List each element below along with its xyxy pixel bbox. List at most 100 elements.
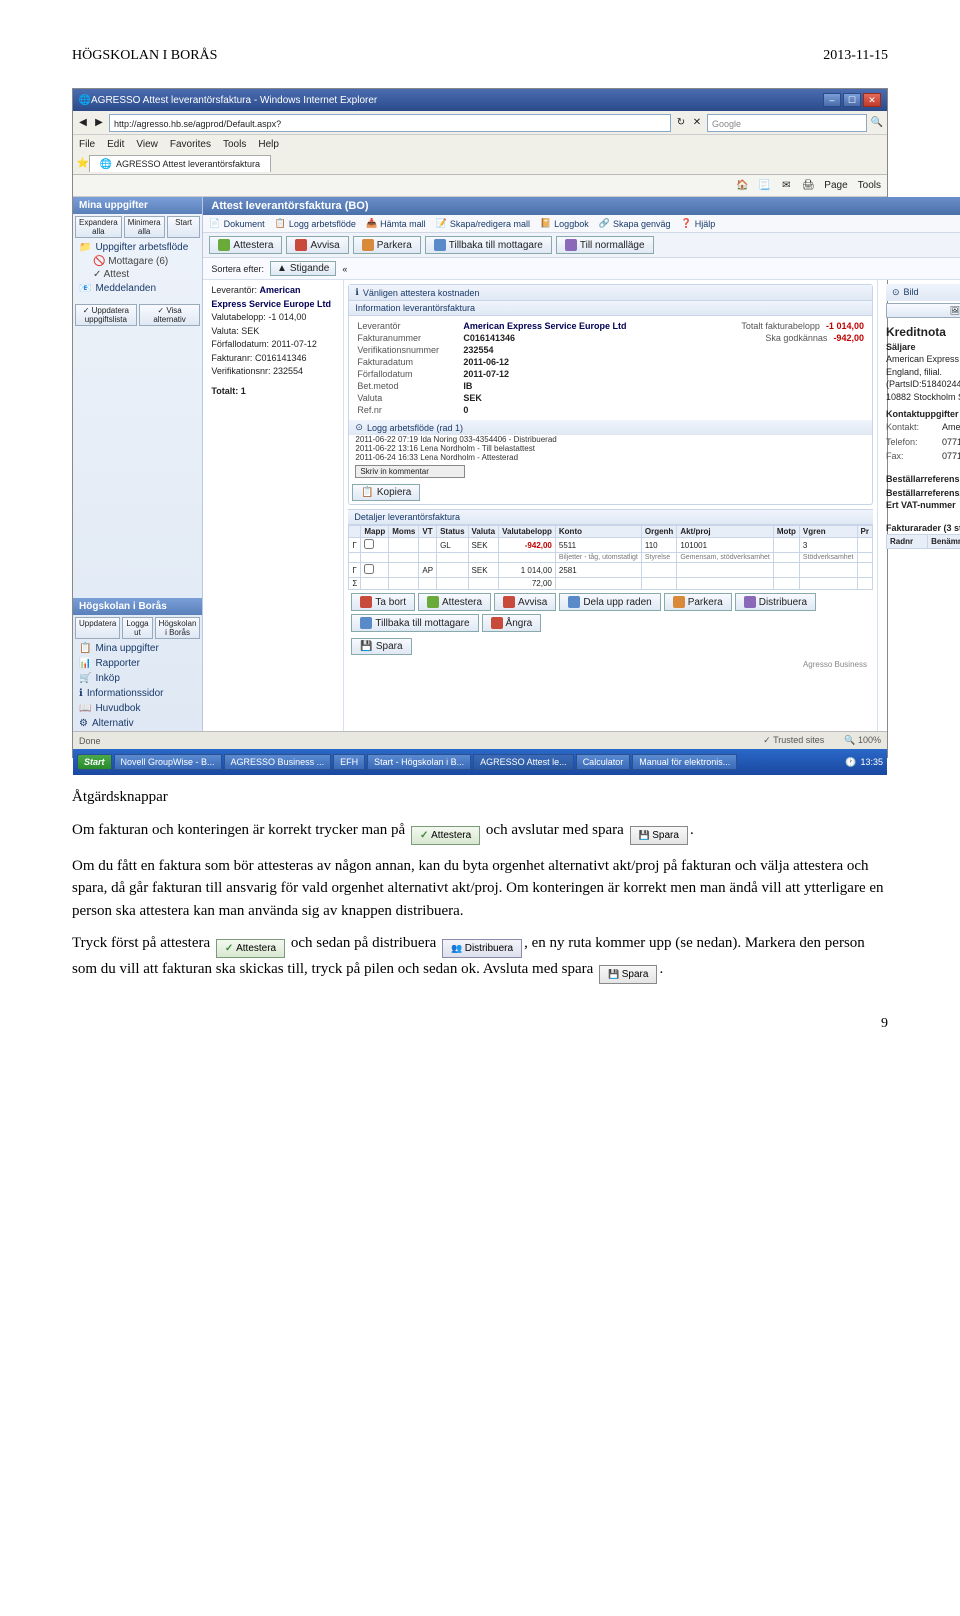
tool-dokument[interactable]: 📄 Dokument <box>209 218 264 229</box>
tool-hamta[interactable]: 📥 Hämta mall <box>366 218 426 229</box>
row-split[interactable]: Dela upp raden <box>559 593 660 611</box>
comment-input[interactable]: Skriv in kommentar <box>355 465 465 478</box>
row-distribuera[interactable]: Distribuera <box>735 593 816 611</box>
toolbar-tools[interactable]: Tools <box>858 180 881 191</box>
kreditnota-title: Kreditnota <box>886 324 960 341</box>
tool-genvag[interactable]: 🔗 Skapa genväg <box>599 218 671 229</box>
task-item[interactable]: Manual för elektronis... <box>632 754 737 770</box>
sidebar-head-mina: Mina uppgifter <box>73 197 202 214</box>
save-button[interactable]: 💾 Spara <box>351 638 411 655</box>
window-min-button[interactable]: – <box>823 93 841 107</box>
action-normallage[interactable]: Till normalläge <box>556 236 654 254</box>
bild-head[interactable]: ⊙ Bild <box>886 284 960 301</box>
tree-mottagare[interactable]: 🚫 Mottagare (6) <box>73 255 202 268</box>
task-item[interactable]: Novell GroupWise - B... <box>114 754 222 770</box>
sort-stigande[interactable]: ▲ Stigande <box>270 261 336 276</box>
row-undo[interactable]: Ångra <box>482 614 542 632</box>
paragraph: Tryck först på attestera Attestera och s… <box>72 932 888 984</box>
tool-loggbok[interactable]: 📔 Loggbok <box>540 218 589 229</box>
sidebar: Mina uppgifter Expandera alla Minimera a… <box>73 197 203 731</box>
search-icon[interactable]: 🔍 <box>871 117 883 129</box>
nav-mina[interactable]: 📋 Mina uppgifter <box>73 641 202 656</box>
feeds-icon[interactable]: 📃 <box>758 180 770 192</box>
nav-inkop[interactable]: 🛒 Inköp <box>73 671 202 686</box>
log-head[interactable]: ⊙ Logg arbetsflöde (rad 1) <box>349 420 872 435</box>
task-item[interactable]: Start - Högskolan i B... <box>367 754 471 770</box>
window-close-button[interactable]: ✕ <box>863 93 881 107</box>
page-number: 9 <box>72 1016 888 1032</box>
row-attestera[interactable]: Attestera <box>418 593 491 611</box>
menu-view[interactable]: View <box>136 139 158 150</box>
tree-meddelanden[interactable]: 📧 Meddelanden <box>73 281 202 296</box>
menu-favorites[interactable]: Favorites <box>170 139 211 150</box>
task-item[interactable]: Calculator <box>576 754 631 770</box>
row-avvisa[interactable]: Avvisa <box>494 593 556 611</box>
doc-header-right: 2013-11-15 <box>823 48 888 64</box>
tool-help[interactable]: ❓ Hjälp <box>680 218 715 229</box>
menu-help[interactable]: Help <box>258 139 279 150</box>
row-checkbox[interactable] <box>364 564 374 574</box>
menu-file[interactable]: File <box>79 139 95 150</box>
row-parkera[interactable]: Parkera <box>664 593 732 611</box>
sort-collapse-icon[interactable]: « <box>342 264 347 274</box>
open-image-button[interactable]: 🖼 Öppna <box>886 303 960 318</box>
mail-icon[interactable]: ✉ <box>780 180 792 192</box>
show-alt-button[interactable]: ✓ Visa alternativ <box>139 304 201 326</box>
start-menu-button[interactable]: Start <box>77 754 112 770</box>
bot-logout[interactable]: Logga ut <box>122 617 152 639</box>
action-parkera[interactable]: Parkera <box>353 236 421 254</box>
forward-icon[interactable]: ▶ <box>93 117 105 129</box>
row-checkbox[interactable] <box>364 539 374 549</box>
tool-logg[interactable]: 📋 Logg arbetsflöde <box>275 218 356 229</box>
nav-info[interactable]: ℹ Informationssidor <box>73 686 202 701</box>
task-item-active[interactable]: AGRESSO Attest le... <box>473 754 574 770</box>
bot-uppdatera[interactable]: Uppdatera <box>75 617 120 639</box>
favorites-star-icon[interactable]: ⭐ <box>77 158 89 170</box>
back-icon[interactable]: ◀ <box>77 117 89 129</box>
table-row[interactable]: ΓAPSEK1 014,002581 <box>349 563 873 578</box>
nav-huvudbok[interactable]: 📖 Huvudbok <box>73 701 202 716</box>
action-tillbaka[interactable]: Tillbaka till mottagare <box>425 236 552 254</box>
screenshot: 🌐 AGRESSO Attest leverantörsfaktura - Wi… <box>72 88 888 758</box>
tool-skapa-mall[interactable]: 📝 Skapa/redigera mall <box>436 218 530 229</box>
refresh-icon[interactable]: ↻ <box>675 117 687 129</box>
task-item[interactable]: AGRESSO Business ... <box>224 754 332 770</box>
expand-all-button[interactable]: Expandera alla <box>75 216 122 238</box>
search-box[interactable]: Google <box>707 114 867 132</box>
row-tillbaka[interactable]: Tillbaka till mottagare <box>351 614 478 632</box>
home-icon[interactable]: 🏠 <box>736 180 748 192</box>
print-icon[interactable]: 🖨 <box>802 180 814 192</box>
nav-alt[interactable]: ⚙ Alternativ <box>73 716 202 731</box>
start-button[interactable]: Start <box>167 216 201 238</box>
refresh-tasks-button[interactable]: ✓ Uppdatera uppgiftslista <box>75 304 137 326</box>
address-bar[interactable]: http://agresso.hb.se/agprod/Default.aspx… <box>109 114 671 132</box>
tree-attest[interactable]: ✓ Attest <box>73 268 202 281</box>
sidebar-head-hb: Högskolan i Borås <box>73 598 202 615</box>
details-head: Detaljer leverantörsfaktura <box>348 509 873 525</box>
browser-menu: File Edit View Favorites Tools Help <box>73 135 887 153</box>
window-max-button[interactable]: ☐ <box>843 93 861 107</box>
tree-root[interactable]: 📁 Uppgifter arbetsflöde <box>73 240 202 255</box>
ie-icon: 🌐 <box>79 94 91 106</box>
nav-rapporter[interactable]: 📊 Rapporter <box>73 656 202 671</box>
paragraph: Om du fått en faktura som bör attesteras… <box>72 855 888 923</box>
section-heading: Åtgärdsknappar <box>72 786 888 809</box>
invoice-summary: Leverantör: American Express Service Eur… <box>203 280 343 731</box>
menu-tools[interactable]: Tools <box>223 139 246 150</box>
bot-hb[interactable]: Högskolan i Borås <box>155 617 201 639</box>
page-icon: 🌐 <box>100 158 112 170</box>
row-delete[interactable]: Ta bort <box>351 593 415 611</box>
zoom-level[interactable]: 🔍 100% <box>844 735 881 746</box>
copy-button[interactable]: 📋 Kopiera <box>352 484 420 501</box>
doc-header-left: HÖGSKOLAN I BORÅS <box>72 48 217 64</box>
menu-edit[interactable]: Edit <box>107 139 124 150</box>
table-row[interactable]: ΓGLSEK-942,0055111101010013 <box>349 538 873 553</box>
inline-attestera-button: Attestera <box>216 939 285 958</box>
task-item[interactable]: EFH <box>333 754 365 770</box>
action-attestera[interactable]: Attestera <box>209 236 282 254</box>
stop-icon[interactable]: ✕ <box>691 117 703 129</box>
toolbar-page[interactable]: Page <box>824 180 847 191</box>
collapse-all-button[interactable]: Minimera alla <box>124 216 165 238</box>
action-avvisa[interactable]: Avvisa <box>286 236 348 254</box>
browser-tab[interactable]: 🌐 AGRESSO Attest leverantörsfaktura <box>89 155 271 172</box>
